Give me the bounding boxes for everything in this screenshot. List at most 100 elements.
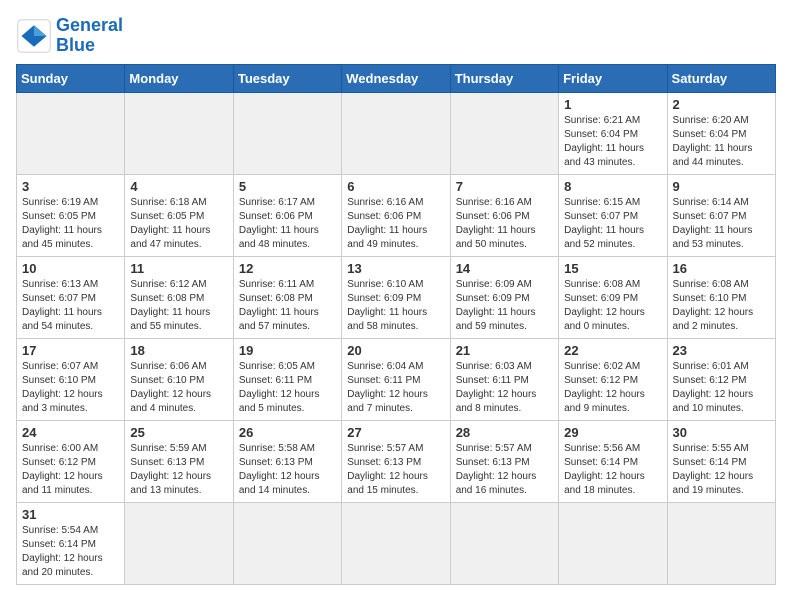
day-number: 11 (130, 261, 227, 276)
day-info: Sunrise: 6:18 AM Sunset: 6:05 PM Dayligh… (130, 196, 227, 252)
day-cell-30: 30 Sunrise: 5:55 AM Sunset: 6:14 PM Dayli… (667, 420, 775, 502)
day-number: 14 (456, 261, 553, 276)
day-info: Sunrise: 6:12 AM Sunset: 6:08 PM Dayligh… (130, 278, 227, 334)
day-info: Sunrise: 6:11 AM Sunset: 6:08 PM Dayligh… (239, 278, 336, 334)
day-number: 9 (673, 179, 770, 194)
day-cell-27: 27 Sunrise: 5:57 AM Sunset: 6:13 PM Dayli… (342, 420, 450, 502)
day-info: Sunrise: 6:15 AM Sunset: 6:07 PM Dayligh… (564, 196, 661, 252)
empty-cell (342, 92, 450, 174)
day-number: 31 (22, 507, 119, 522)
day-cell-10: 10 Sunrise: 6:13 AM Sunset: 6:07 PM Dayli… (17, 256, 125, 338)
empty-cell (233, 502, 341, 584)
empty-cell (559, 502, 667, 584)
day-cell-20: 20 Sunrise: 6:04 AM Sunset: 6:11 PM Dayli… (342, 338, 450, 420)
day-number: 20 (347, 343, 444, 358)
day-number: 12 (239, 261, 336, 276)
day-info: Sunrise: 5:57 AM Sunset: 6:13 PM Dayligh… (347, 442, 444, 498)
day-number: 21 (456, 343, 553, 358)
calendar-row-4: 24Sunrise: 6:00 AM Sunset: 6:12 PM Dayli… (17, 420, 776, 502)
day-info: Sunrise: 6:08 AM Sunset: 6:09 PM Dayligh… (564, 278, 661, 334)
empty-cell (233, 92, 341, 174)
day-info: Sunrise: 5:57 AM Sunset: 6:13 PM Dayligh… (456, 442, 553, 498)
logo-text: General Blue (56, 16, 123, 56)
empty-cell (667, 502, 775, 584)
weekday-header-friday: Friday (559, 64, 667, 92)
day-info: Sunrise: 6:19 AM Sunset: 6:05 PM Dayligh… (22, 196, 119, 252)
calendar-row-1: 3 Sunrise: 6:19 AM Sunset: 6:05 PM Daylig… (17, 174, 776, 256)
day-cell-28: 28 Sunrise: 5:57 AM Sunset: 6:13 PM Dayli… (450, 420, 558, 502)
day-number: 1 (564, 97, 661, 112)
day-number: 25 (130, 425, 227, 440)
day-info: Sunrise: 6:07 AM Sunset: 6:10 PM Dayligh… (22, 360, 119, 416)
weekday-header-sunday: Sunday (17, 64, 125, 92)
day-info: Sunrise: 6:20 AM Sunset: 6:04 PM Dayligh… (673, 114, 770, 170)
empty-cell (125, 92, 233, 174)
calendar-row-2: 10 Sunrise: 6:13 AM Sunset: 6:07 PM Dayli… (17, 256, 776, 338)
day-info: Sunrise: 5:59 AM Sunset: 6:13 PM Dayligh… (130, 442, 227, 498)
day-number: 28 (456, 425, 553, 440)
day-info: Sunrise: 6:09 AM Sunset: 6:09 PM Dayligh… (456, 278, 553, 334)
logo-blue: Blue (56, 35, 95, 55)
day-info: Sunrise: 6:02 AM Sunset: 6:12 PM Dayligh… (564, 360, 661, 416)
day-info: Sunrise: 6:16 AM Sunset: 6:06 PM Dayligh… (347, 196, 444, 252)
day-number: 15 (564, 261, 661, 276)
day-cell-8: 8Sunrise: 6:15 AM Sunset: 6:07 PM Daylig… (559, 174, 667, 256)
day-number: 10 (22, 261, 119, 276)
day-info: Sunrise: 6:13 AM Sunset: 6:07 PM Dayligh… (22, 278, 119, 334)
day-cell-23: 23Sunrise: 6:01 AM Sunset: 6:12 PM Dayli… (667, 338, 775, 420)
empty-cell (125, 502, 233, 584)
day-cell-22: 22 Sunrise: 6:02 AM Sunset: 6:12 PM Dayli… (559, 338, 667, 420)
day-info: Sunrise: 6:04 AM Sunset: 6:11 PM Dayligh… (347, 360, 444, 416)
day-cell-25: 25 Sunrise: 5:59 AM Sunset: 6:13 PM Dayli… (125, 420, 233, 502)
empty-cell (450, 92, 558, 174)
day-cell-15: 15 Sunrise: 6:08 AM Sunset: 6:09 PM Dayli… (559, 256, 667, 338)
day-info: Sunrise: 6:16 AM Sunset: 6:06 PM Dayligh… (456, 196, 553, 252)
day-info: Sunrise: 6:14 AM Sunset: 6:07 PM Dayligh… (673, 196, 770, 252)
day-number: 30 (673, 425, 770, 440)
day-cell-21: 21 Sunrise: 6:03 AM Sunset: 6:11 PM Dayli… (450, 338, 558, 420)
day-cell-18: 18Sunrise: 6:06 AM Sunset: 6:10 PM Dayli… (125, 338, 233, 420)
empty-cell (17, 92, 125, 174)
day-number: 13 (347, 261, 444, 276)
logo: General Blue (16, 16, 123, 56)
weekday-header-thursday: Thursday (450, 64, 558, 92)
day-cell-6: 6Sunrise: 6:16 AM Sunset: 6:06 PM Daylig… (342, 174, 450, 256)
day-info: Sunrise: 6:10 AM Sunset: 6:09 PM Dayligh… (347, 278, 444, 334)
day-cell-17: 17 Sunrise: 6:07 AM Sunset: 6:10 PM Dayli… (17, 338, 125, 420)
day-info: Sunrise: 6:01 AM Sunset: 6:12 PM Dayligh… (673, 360, 770, 416)
day-number: 3 (22, 179, 119, 194)
day-number: 16 (673, 261, 770, 276)
day-number: 19 (239, 343, 336, 358)
day-info: Sunrise: 6:03 AM Sunset: 6:11 PM Dayligh… (456, 360, 553, 416)
logo-general: General (56, 15, 123, 35)
calendar: SundayMondayTuesdayWednesdayThursdayFrid… (16, 64, 776, 585)
day-number: 7 (456, 179, 553, 194)
day-info: Sunrise: 5:55 AM Sunset: 6:14 PM Dayligh… (673, 442, 770, 498)
day-cell-29: 29Sunrise: 5:56 AM Sunset: 6:14 PM Dayli… (559, 420, 667, 502)
weekday-header-monday: Monday (125, 64, 233, 92)
day-number: 2 (673, 97, 770, 112)
day-number: 22 (564, 343, 661, 358)
day-number: 27 (347, 425, 444, 440)
day-info: Sunrise: 6:21 AM Sunset: 6:04 PM Dayligh… (564, 114, 661, 170)
day-info: Sunrise: 6:06 AM Sunset: 6:10 PM Dayligh… (130, 360, 227, 416)
weekday-header-wednesday: Wednesday (342, 64, 450, 92)
day-cell-5: 5Sunrise: 6:17 AM Sunset: 6:06 PM Daylig… (233, 174, 341, 256)
day-number: 17 (22, 343, 119, 358)
day-cell-2: 2 Sunrise: 6:20 AM Sunset: 6:04 PM Daylig… (667, 92, 775, 174)
day-cell-4: 4Sunrise: 6:18 AM Sunset: 6:05 PM Daylig… (125, 174, 233, 256)
day-cell-31: 31 Sunrise: 5:54 AM Sunset: 6:14 PM Dayli… (17, 502, 125, 584)
day-info: Sunrise: 5:56 AM Sunset: 6:14 PM Dayligh… (564, 442, 661, 498)
empty-cell (342, 502, 450, 584)
day-info: Sunrise: 5:54 AM Sunset: 6:14 PM Dayligh… (22, 524, 119, 580)
day-cell-14: 14 Sunrise: 6:09 AM Sunset: 6:09 PM Dayli… (450, 256, 558, 338)
calendar-row-5: 31 Sunrise: 5:54 AM Sunset: 6:14 PM Dayli… (17, 502, 776, 584)
logo-icon (16, 18, 52, 54)
day-cell-13: 13 Sunrise: 6:10 AM Sunset: 6:09 PM Dayli… (342, 256, 450, 338)
day-info: Sunrise: 6:08 AM Sunset: 6:10 PM Dayligh… (673, 278, 770, 334)
day-cell-24: 24Sunrise: 6:00 AM Sunset: 6:12 PM Dayli… (17, 420, 125, 502)
calendar-row-0: 1 Sunrise: 6:21 AM Sunset: 6:04 PM Daylig… (17, 92, 776, 174)
day-info: Sunrise: 6:17 AM Sunset: 6:06 PM Dayligh… (239, 196, 336, 252)
day-cell-12: 12 Sunrise: 6:11 AM Sunset: 6:08 PM Dayli… (233, 256, 341, 338)
day-number: 24 (22, 425, 119, 440)
